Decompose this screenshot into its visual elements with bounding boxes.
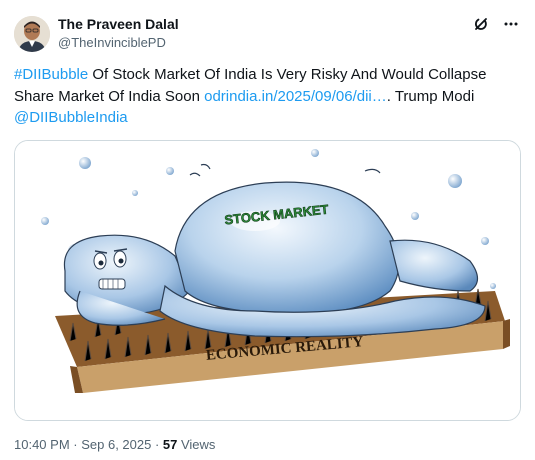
author-display-name[interactable]: The Praveen Dalal [58,15,179,33]
cartoon-illustration: ECONOMIC REALITY STOCK MARKET [15,141,520,420]
tweet-actions-top [471,14,521,34]
more-options-icon[interactable] [501,14,521,34]
tweet-card: The Praveen Dalal @TheInvinciblePD #DIIB… [0,0,535,460]
views-count: 57 [162,437,178,452]
author-handle[interactable]: @TheInvinciblePD [58,34,179,52]
meta-separator: · [69,437,82,452]
tweet-text: #DIIBubble Of Stock Market Of India Is V… [14,64,519,129]
meta-separator: · [151,437,163,452]
tweet-meta: 10:40 PM · Sep 6, 2025 · 57 Views [14,437,215,453]
hashtag-link[interactable]: #DIIBubble [14,66,88,83]
views-label: Views [177,437,216,452]
author-info: The Praveen Dalal @TheInvinciblePD [58,15,179,52]
tweet-body-part2: . Trump Modi [386,87,475,105]
tweet-time[interactable]: 10:40 PM [14,437,70,452]
tweet-image[interactable]: ECONOMIC REALITY STOCK MARKET [14,140,521,421]
tweet-date[interactable]: Sep 6, 2025 [81,437,151,452]
avatar[interactable] [14,16,50,52]
url-link[interactable]: odrindia.in/2025/09/06/dii… [204,88,387,105]
grok-icon[interactable] [471,14,491,34]
mention-link[interactable]: @DIIBubbleIndia [14,109,128,126]
